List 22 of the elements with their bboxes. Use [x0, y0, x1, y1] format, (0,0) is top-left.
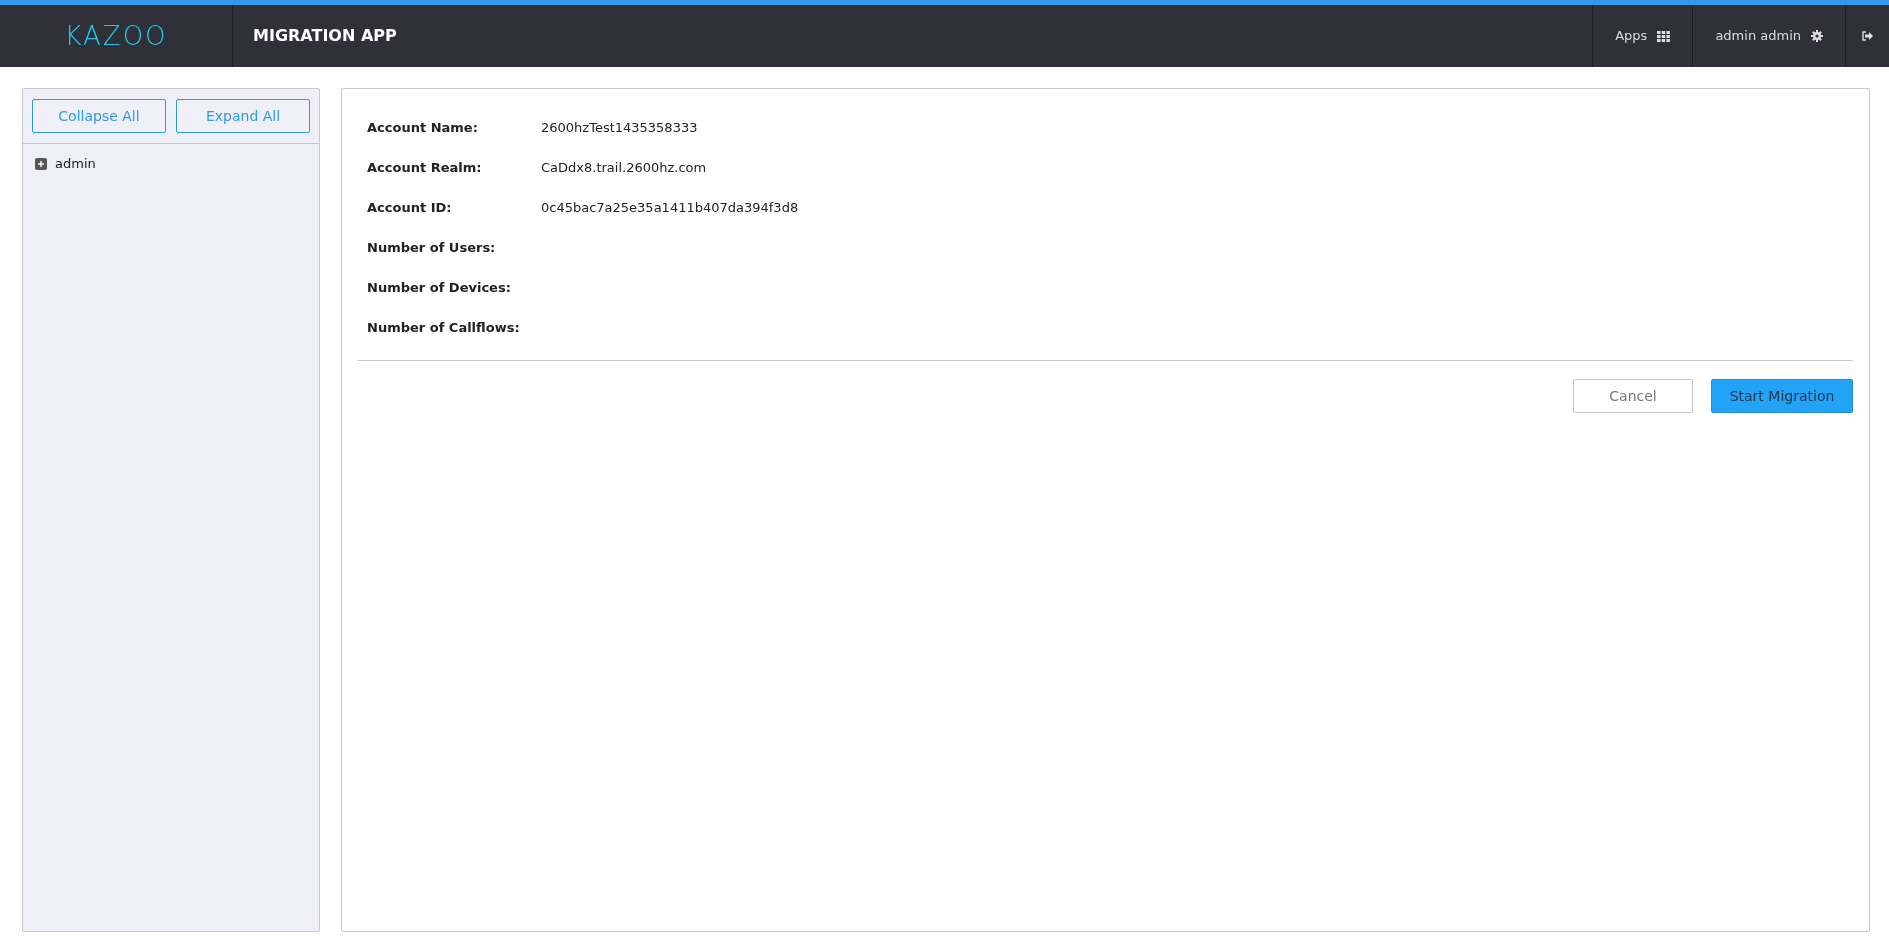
field-label: Number of Callflows: — [367, 319, 521, 338]
grid-icon[interactable] — [1657, 30, 1671, 42]
start-migration-button[interactable]: Start Migration — [1711, 379, 1853, 413]
logout-icon[interactable] — [1862, 31, 1873, 41]
plus-icon — [35, 157, 47, 170]
field-value: 0c45bac7a25e35a1411b407da394f3d8 — [541, 199, 799, 218]
settings-icon[interactable] — [1811, 30, 1823, 42]
field-label: Number of Users: — [367, 239, 497, 258]
user-menu[interactable]: admin admin — [1715, 26, 1801, 46]
expand-all-button[interactable]: Expand All — [176, 99, 310, 133]
field-label: Number of Devices: — [367, 279, 512, 298]
logo: KAZOO — [64, 19, 168, 53]
field-value: 2600hzTest1435358333 — [541, 119, 698, 138]
tree-item[interactable]: admin — [23, 144, 108, 184]
field-label: Account ID: — [367, 199, 453, 218]
field-label: Account Name: — [367, 119, 479, 138]
cancel-button[interactable]: Cancel — [1573, 379, 1693, 413]
apps-link[interactable]: Apps — [1615, 26, 1648, 46]
app-title: MIGRATION APP — [252, 25, 398, 47]
field-label: Account Realm: — [367, 159, 483, 178]
collapse-all-button[interactable]: Collapse All — [32, 99, 166, 133]
field-value: CaDdx8.trail.2600hz.com — [541, 159, 707, 178]
